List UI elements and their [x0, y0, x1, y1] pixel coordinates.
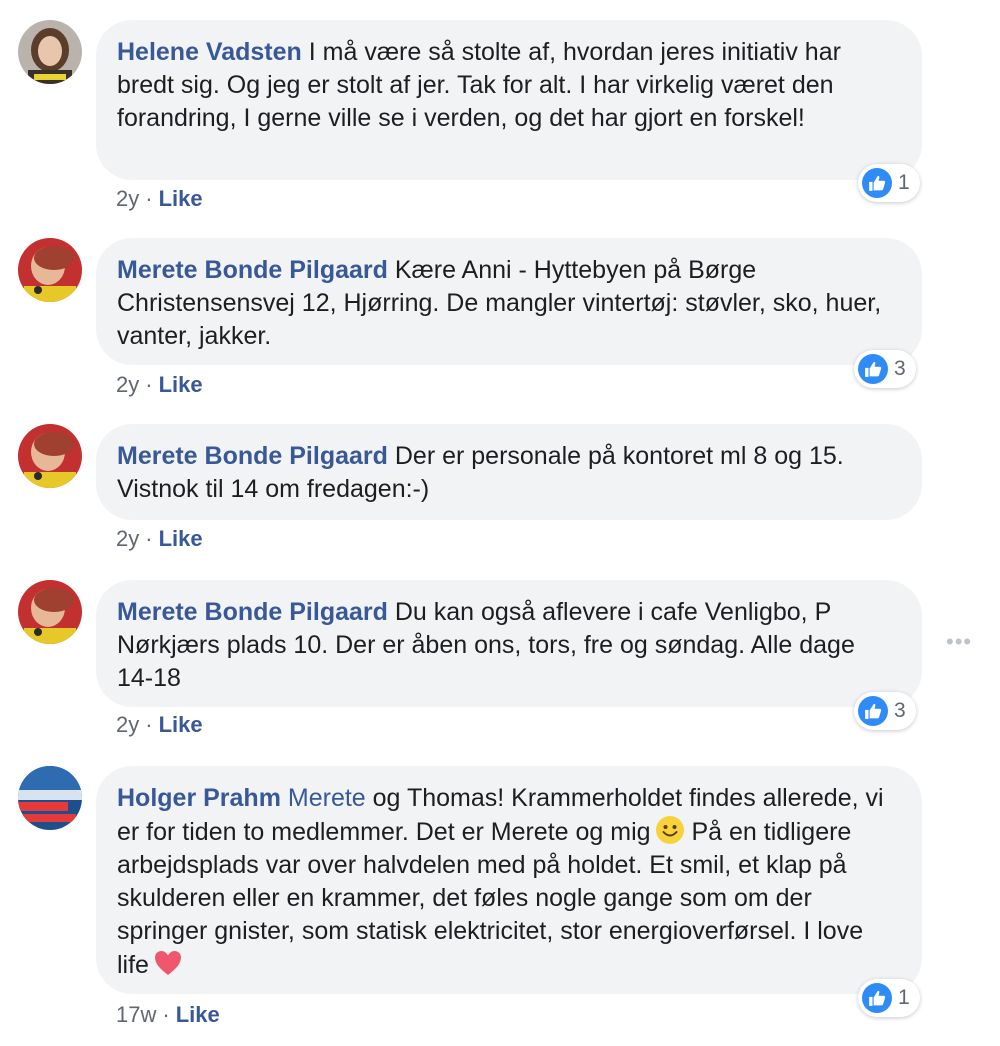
separator-dot: ·	[145, 526, 153, 551]
separator-dot: ·	[145, 372, 153, 397]
comment-author[interactable]: Holger Prahm	[117, 784, 281, 812]
like-link[interactable]: Like	[159, 372, 203, 397]
comment-timestamp[interactable]: 2y	[116, 372, 139, 397]
profile-photo-icon	[18, 20, 82, 84]
avatar[interactable]	[18, 20, 82, 84]
like-link[interactable]: Like	[159, 186, 203, 211]
comment-bubble: Merete Bonde Pilgaard Kære Anni - Hytteb…	[96, 238, 922, 365]
avatar[interactable]	[18, 424, 82, 488]
separator-dot: ·	[145, 712, 153, 737]
avatar[interactable]	[18, 580, 82, 644]
comment-meta: 17w · Like	[116, 1002, 220, 1028]
profile-photo-icon	[18, 424, 82, 488]
comment-bubble: Merete Bonde Pilgaard Du kan også afleve…	[96, 580, 922, 707]
avatar[interactable]	[18, 766, 82, 830]
comment-bubble: Merete Bonde Pilgaard Der er personale p…	[96, 424, 922, 520]
comment-meta: 2y · Like	[116, 372, 203, 398]
comment-bubble: Holger Prahm Merete og Thomas! Krammerho…	[96, 766, 922, 994]
reaction-summary[interactable]: 1	[858, 164, 920, 202]
like-reaction-icon	[858, 354, 888, 384]
separator-dot: ·	[145, 186, 153, 211]
profile-photo-icon	[18, 580, 82, 644]
like-reaction-icon	[858, 696, 888, 726]
reaction-count: 1	[898, 986, 910, 1009]
comment-meta: 2y · Like	[116, 712, 203, 738]
comment-bubble: Helene Vadsten I må være så stolte af, h…	[96, 20, 922, 180]
smiley-emoji-icon	[655, 816, 684, 844]
profile-photo-icon	[18, 238, 82, 302]
comment-author[interactable]: Merete Bonde Pilgaard	[117, 598, 388, 626]
reaction-count: 3	[894, 699, 906, 722]
reaction-summary[interactable]: 1	[858, 979, 920, 1017]
reaction-summary[interactable]: 3	[854, 350, 916, 388]
comment-timestamp[interactable]: 2y	[116, 526, 139, 551]
reaction-count: 3	[894, 357, 906, 380]
reaction-count: 1	[898, 171, 910, 194]
like-reaction-icon	[862, 168, 892, 198]
comment-author[interactable]: Helene Vadsten	[117, 38, 302, 66]
like-link[interactable]: Like	[176, 1002, 220, 1027]
like-reaction-icon	[862, 983, 892, 1013]
comment-author[interactable]: Merete Bonde Pilgaard	[117, 256, 388, 284]
profile-photo-icon	[18, 766, 82, 830]
comment-author[interactable]: Merete Bonde Pilgaard	[117, 442, 388, 470]
comment-meta: 2y · Like	[116, 526, 203, 552]
like-link[interactable]: Like	[159, 526, 203, 551]
avatar[interactable]	[18, 238, 82, 302]
comment-timestamp[interactable]: 17w	[116, 1002, 156, 1027]
comment-meta: 2y · Like	[116, 186, 203, 212]
mention-link[interactable]: Merete	[288, 784, 366, 812]
separator-dot: ·	[162, 1002, 170, 1027]
more-options-icon[interactable]: •••	[946, 631, 972, 653]
comment-timestamp[interactable]: 2y	[116, 712, 139, 737]
heart-emoji-icon	[154, 951, 181, 975]
comment-timestamp[interactable]: 2y	[116, 186, 139, 211]
like-link[interactable]: Like	[159, 712, 203, 737]
reaction-summary[interactable]: 3	[854, 692, 916, 730]
